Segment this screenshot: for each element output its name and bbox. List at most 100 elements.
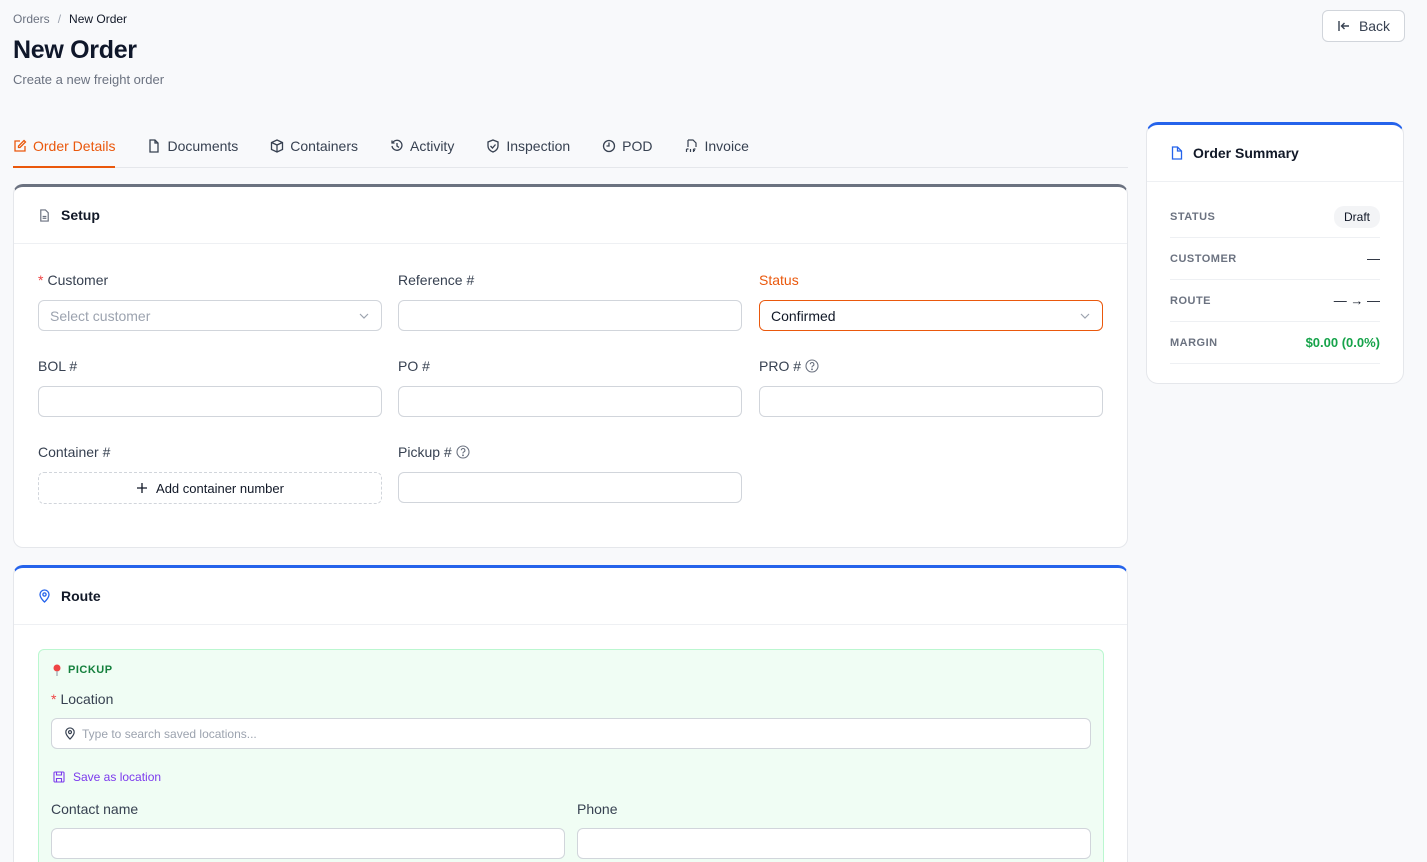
tab-label: Activity — [409, 138, 455, 154]
tab-containers[interactable]: Containers — [270, 125, 358, 167]
summary-route-value: — → — — [1333, 293, 1380, 308]
customer-field: * Customer Select customer — [38, 271, 382, 331]
back-button[interactable]: Back — [1322, 10, 1405, 42]
pickup-number-input[interactable] — [398, 472, 742, 503]
tab-documents[interactable]: Documents — [147, 125, 238, 167]
contact-name-input[interactable] — [51, 828, 565, 859]
status-value: Confirmed — [771, 307, 836, 324]
pickup-section: PICKUP * Location Type to search saved l… — [38, 649, 1104, 862]
route-card: Route PICKUP * Location Type to search s… — [13, 565, 1128, 862]
reference-field: Reference # — [398, 271, 742, 331]
tab-inspection[interactable]: Inspection — [486, 125, 570, 167]
status-field: Status Confirmed — [759, 271, 1103, 331]
tab-order-details[interactable]: Order Details — [13, 125, 116, 168]
breadcrumb: Orders / New Order — [13, 12, 127, 26]
pushpin-icon — [53, 664, 61, 676]
plus-icon — [137, 483, 148, 493]
customer-select[interactable]: Select customer — [38, 300, 382, 331]
summary-margin-key: MARGIN — [1170, 336, 1218, 349]
pro-input[interactable] — [759, 386, 1103, 417]
phone-label: Phone — [577, 801, 618, 817]
bol-field: BOL # — [38, 357, 382, 417]
help-circle-icon[interactable] — [456, 445, 470, 459]
chevron-down-icon — [359, 313, 369, 319]
tab-label: POD — [622, 138, 653, 154]
route-title: Route — [61, 588, 101, 604]
chevron-down-icon — [1080, 313, 1090, 319]
location-placeholder: Type to search saved locations... — [82, 726, 257, 741]
document-icon — [149, 139, 160, 153]
status-badge: Draft — [1333, 205, 1380, 228]
pdf-icon — [685, 139, 697, 152]
save-as-location-label: Save as location — [73, 770, 162, 784]
breadcrumb-separator: / — [57, 12, 62, 26]
po-label: PO # — [398, 358, 430, 374]
tab-pod[interactable]: POD — [602, 125, 653, 167]
breadcrumb-current: New Order — [69, 12, 128, 26]
shield-icon — [487, 139, 499, 153]
map-pin-icon — [39, 589, 50, 603]
tab-activity[interactable]: Activity — [390, 125, 454, 167]
required-marker: * — [51, 691, 57, 707]
tab-label: Order Details — [33, 138, 116, 154]
add-container-button[interactable]: Add container number — [38, 472, 382, 504]
location-search-input[interactable]: Type to search saved locations... — [51, 718, 1091, 749]
tab-bar: Order Details Documents Containers Activ… — [13, 125, 1128, 168]
po-input[interactable] — [398, 386, 742, 417]
tab-label: Invoice — [704, 138, 749, 154]
arrow-left-icon — [1338, 21, 1349, 31]
customer-label: Customer — [47, 272, 109, 288]
edit-icon — [14, 139, 27, 152]
status-label: Status — [759, 272, 799, 288]
pro-field: PRO # — [759, 357, 1103, 417]
location-label: Location — [60, 691, 114, 707]
order-summary-card: Order Summary STATUS Draft CUSTOMER — RO… — [1146, 122, 1404, 384]
summary-row-margin: MARGIN $0.00 (0.0%) — [1170, 322, 1380, 364]
setup-card: Setup * Customer Select customer Referen… — [13, 184, 1128, 548]
reference-label: Reference # — [398, 272, 475, 288]
summary-row-status: STATUS Draft — [1170, 196, 1380, 238]
bol-input[interactable] — [38, 386, 382, 417]
status-select[interactable]: Confirmed — [759, 300, 1103, 331]
save-as-location-link[interactable]: Save as location — [53, 770, 161, 784]
pickup-title: PICKUP — [68, 664, 113, 676]
setup-title: Setup — [61, 207, 100, 223]
summary-customer-key: CUSTOMER — [1170, 252, 1237, 265]
summary-status-key: STATUS — [1170, 210, 1216, 223]
container-label: Container # — [38, 444, 111, 460]
required-marker: * — [38, 272, 44, 288]
back-button-label: Back — [1358, 18, 1391, 34]
tab-label: Documents — [167, 138, 239, 154]
reference-input[interactable] — [398, 300, 742, 331]
pickup-heading: PICKUP — [52, 664, 113, 676]
history-icon — [391, 139, 403, 151]
po-field: PO # — [398, 357, 742, 417]
tab-invoice[interactable]: Invoice — [685, 125, 749, 167]
pro-label: PRO # — [759, 358, 802, 374]
order-summary-header: Order Summary — [1147, 125, 1403, 182]
document-icon — [40, 208, 49, 222]
order-summary-title: Order Summary — [1193, 145, 1299, 161]
location-label-row: * Location — [51, 691, 113, 707]
setup-header: Setup — [14, 187, 1127, 244]
clock-icon — [603, 139, 616, 153]
help-circle-icon[interactable] — [805, 359, 819, 373]
save-icon — [53, 771, 65, 783]
tab-label: Containers — [290, 138, 358, 154]
bol-label: BOL # — [38, 358, 78, 374]
add-container-label: Add container number — [156, 480, 284, 496]
tab-label: Inspection — [506, 138, 571, 154]
document-icon — [1171, 146, 1183, 160]
summary-route-key: ROUTE — [1170, 294, 1211, 307]
phone-input[interactable] — [577, 828, 1091, 859]
summary-row-customer: CUSTOMER — — [1170, 238, 1380, 280]
box-icon — [271, 139, 284, 153]
map-pin-icon — [65, 727, 75, 740]
page-title: New Order — [13, 36, 137, 64]
breadcrumb-orders-link[interactable]: Orders — [13, 12, 50, 26]
summary-customer-value: — — [1367, 251, 1380, 266]
pickup-number-field: Pickup # — [398, 443, 742, 503]
summary-margin-value: $0.00 (0.0%) — [1305, 335, 1380, 350]
contact-name-label: Contact name — [51, 801, 139, 817]
container-field: Container # Add container number — [38, 443, 382, 504]
